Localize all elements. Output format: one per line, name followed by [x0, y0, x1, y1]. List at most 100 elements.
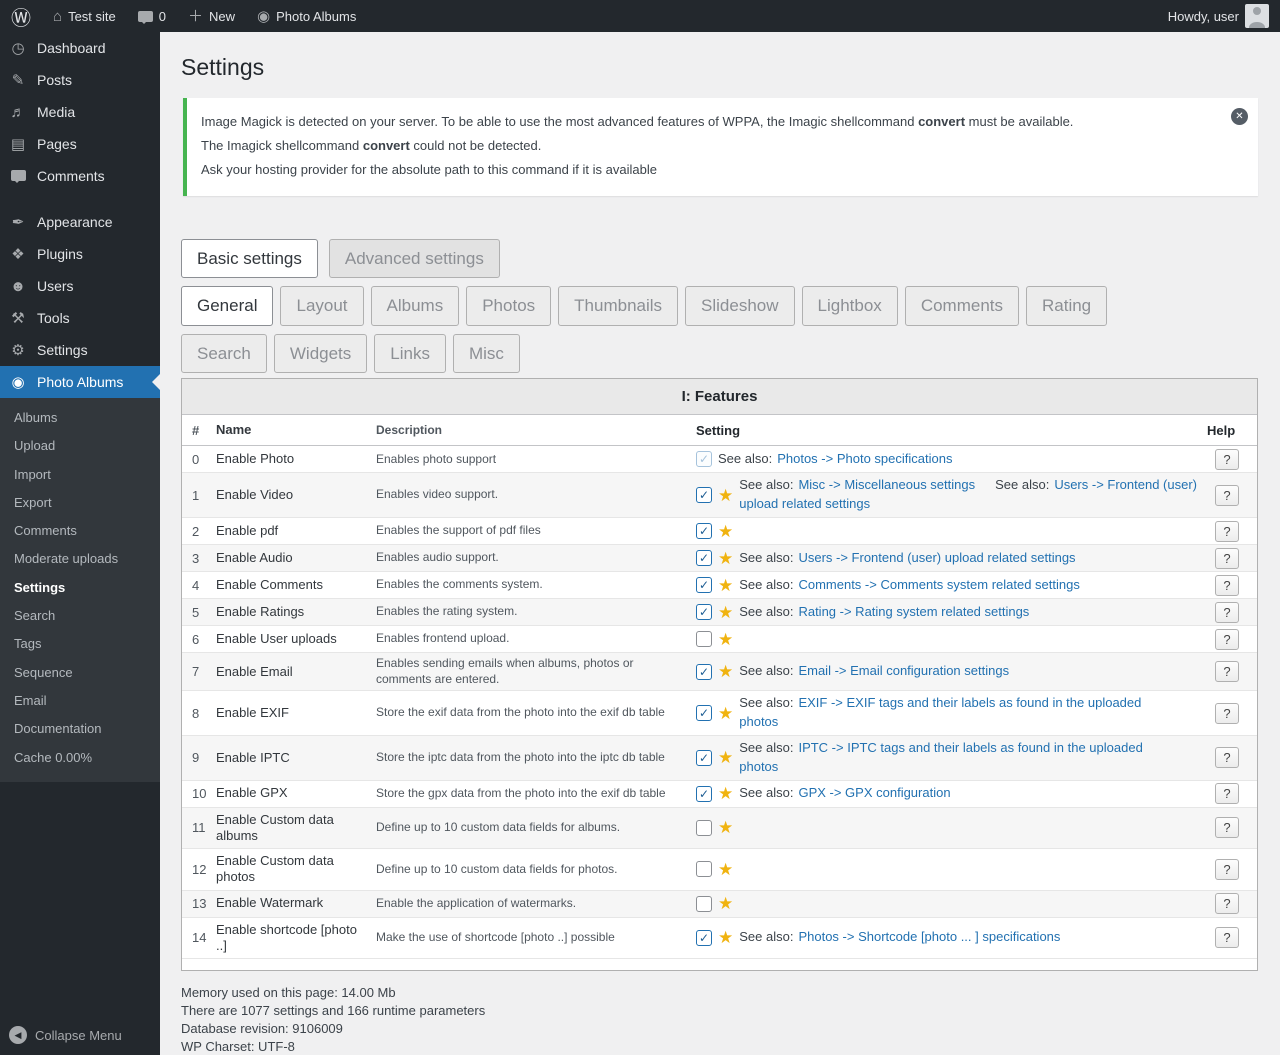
setting-checkbox[interactable]: ✓: [696, 451, 712, 468]
help-button[interactable]: ?: [1215, 547, 1239, 569]
collapse-menu-button[interactable]: ◀ Collapse Menu: [0, 1015, 160, 1055]
tab-albums[interactable]: Albums: [370, 286, 460, 326]
see-also-link[interactable]: Email -> Email configuration settings: [798, 663, 1009, 678]
setting-checkbox[interactable]: ✓: [696, 705, 712, 722]
submenu-item-comments[interactable]: Comments: [0, 517, 160, 545]
setting-checkbox[interactable]: ✓: [696, 785, 712, 802]
setting-cell: ★: [696, 858, 1207, 881]
setting-checkbox[interactable]: ✓: [696, 749, 712, 766]
setting-description: Define up to 10 custom data fields for a…: [376, 820, 621, 835]
sidebar-item-plugins[interactable]: ❖ Plugins: [0, 238, 160, 270]
help-button[interactable]: ?: [1215, 817, 1239, 839]
submenu-item-sequence[interactable]: Sequence: [0, 659, 160, 687]
help-button[interactable]: ?: [1215, 893, 1239, 915]
dismiss-notice-button[interactable]: ✕: [1231, 108, 1248, 125]
sub-tabs-row-1: General Layout Albums Photos Thumbnails Slide…: [181, 286, 1258, 326]
submenu-item-documentation[interactable]: Documentation: [0, 715, 160, 743]
see-also-link[interactable]: EXIF -> EXIF tags and their labels as fo…: [739, 695, 1141, 729]
submenu-item-email[interactable]: Email: [0, 687, 160, 715]
setting-checkbox[interactable]: ✓: [696, 604, 712, 621]
sidebar-item-settings[interactable]: ⚙ Settings: [0, 334, 160, 366]
help-button[interactable]: ?: [1215, 448, 1239, 470]
setting-checkbox[interactable]: ✓: [696, 663, 712, 680]
help-button[interactable]: ?: [1215, 574, 1239, 596]
setting-checkbox[interactable]: [696, 895, 712, 912]
tab-advanced-settings[interactable]: Advanced settings: [328, 238, 500, 279]
tab-basic-settings[interactable]: Basic settings: [181, 238, 318, 279]
see-also-link[interactable]: Rating -> Rating system related settings: [798, 604, 1029, 619]
site-name-link[interactable]: ⌂ Test site: [42, 0, 127, 32]
see-also-link[interactable]: Users -> Frontend (user) upload related …: [798, 550, 1075, 565]
comments-admin-bar-link[interactable]: 0: [127, 0, 177, 32]
table-row: 8 Enable EXIF Store the exif data from the…: [182, 691, 1257, 736]
setting-checkbox[interactable]: ✓: [696, 550, 712, 567]
help-button[interactable]: ?: [1215, 601, 1239, 623]
setting-checkbox[interactable]: [696, 819, 712, 836]
tab-rating[interactable]: Rating: [1026, 286, 1108, 326]
sidebar-item-pages[interactable]: ▤ Pages: [0, 128, 160, 160]
sidebar-item-posts[interactable]: ✎ Posts: [0, 64, 160, 96]
see-also-link[interactable]: GPX -> GPX configuration: [798, 785, 950, 800]
tab-comments[interactable]: Comments: [904, 286, 1019, 326]
setting-description: Enables audio support.: [376, 550, 499, 565]
tab-search[interactable]: Search: [181, 333, 267, 374]
sidebar-item-tools[interactable]: ⚒ Tools: [0, 302, 160, 334]
help-button[interactable]: ?: [1215, 927, 1239, 949]
setting-name: Enable Watermark: [216, 895, 324, 911]
sidebar-item-media[interactable]: ♬ Media: [0, 96, 160, 128]
comments-bubble-icon: [137, 10, 153, 24]
tab-general[interactable]: General: [181, 286, 274, 326]
sidebar-item-dashboard[interactable]: ◷ Dashboard: [0, 32, 160, 64]
tab-widgets[interactable]: Widgets: [273, 333, 368, 374]
help-button[interactable]: ?: [1215, 858, 1239, 880]
tab-layout[interactable]: Layout: [280, 286, 364, 326]
tab-lightbox[interactable]: Lightbox: [801, 286, 898, 326]
setting-checkbox[interactable]: ✓: [696, 929, 712, 946]
new-content-link[interactable]: ＋ New: [177, 0, 246, 32]
see-also-link[interactable]: Photos -> Photo specifications: [777, 451, 952, 466]
help-button[interactable]: ?: [1215, 747, 1239, 769]
submenu-item-export[interactable]: Export: [0, 489, 160, 517]
see-also-link[interactable]: Comments -> Comments system related sett…: [798, 577, 1079, 592]
sidebar-item-comments[interactable]: Comments: [0, 160, 160, 192]
setting-checkbox[interactable]: ✓: [696, 523, 712, 540]
submenu-item-cache-0-00[interactable]: Cache 0.00%: [0, 744, 160, 772]
setting-checkbox[interactable]: [696, 631, 712, 648]
sidebar-item-users[interactable]: ☻ Users: [0, 270, 160, 302]
tab-slideshow[interactable]: Slideshow: [685, 286, 795, 326]
setting-cell: ✓ ★ See also: IPTC -> IPTC tags and their l…: [696, 736, 1207, 780]
tab-thumbnails[interactable]: Thumbnails: [558, 286, 679, 326]
setting-checkbox[interactable]: ✓: [696, 577, 712, 594]
help-button[interactable]: ?: [1215, 628, 1239, 650]
submenu-item-settings[interactable]: Settings: [0, 574, 160, 602]
help-button[interactable]: ?: [1215, 702, 1239, 724]
submenu-item-import[interactable]: Import: [0, 461, 160, 489]
see-also-link[interactable]: IPTC -> IPTC tags and their labels as fo…: [739, 740, 1143, 774]
help-button[interactable]: ?: [1215, 783, 1239, 805]
submenu-item-albums[interactable]: Albums: [0, 404, 160, 432]
help-button[interactable]: ?: [1215, 661, 1239, 683]
see-also-link[interactable]: Photos -> Shortcode [photo ... ] specifi…: [798, 929, 1060, 944]
submenu-item-tags[interactable]: Tags: [0, 630, 160, 658]
photo-albums-admin-bar-link[interactable]: ◉ Photo Albums: [246, 0, 367, 32]
see-also-link[interactable]: Misc -> Miscellaneous settings: [798, 477, 975, 492]
account-menu[interactable]: Howdy, user: [1157, 0, 1280, 32]
submenu-item-upload[interactable]: Upload: [0, 432, 160, 460]
help-button[interactable]: ?: [1215, 520, 1239, 542]
setting-checkbox[interactable]: [696, 861, 712, 878]
tab-photos[interactable]: Photos: [466, 286, 552, 326]
photo-albums-icon: ◉: [11, 373, 25, 391]
sidebar-item-appearance[interactable]: ✒ Appearance: [0, 206, 160, 238]
setting-checkbox[interactable]: ✓: [696, 487, 712, 504]
dashboard-icon: ◷: [11, 39, 25, 57]
sidebar-item-photo-albums[interactable]: ◉ Photo Albums: [0, 366, 160, 398]
help-button[interactable]: ?: [1215, 484, 1239, 506]
howdy-label: Howdy, user: [1167, 8, 1239, 24]
wp-logo-menu[interactable]: Ⓦ: [0, 0, 42, 32]
tab-links[interactable]: Links: [374, 333, 446, 374]
star-icon: ★: [718, 629, 734, 649]
submenu-item-search[interactable]: Search: [0, 602, 160, 630]
submenu-item-moderate-uploads[interactable]: Moderate uploads: [0, 545, 160, 573]
help-cell: ?: [1207, 574, 1247, 596]
tab-misc[interactable]: Misc: [452, 333, 520, 374]
